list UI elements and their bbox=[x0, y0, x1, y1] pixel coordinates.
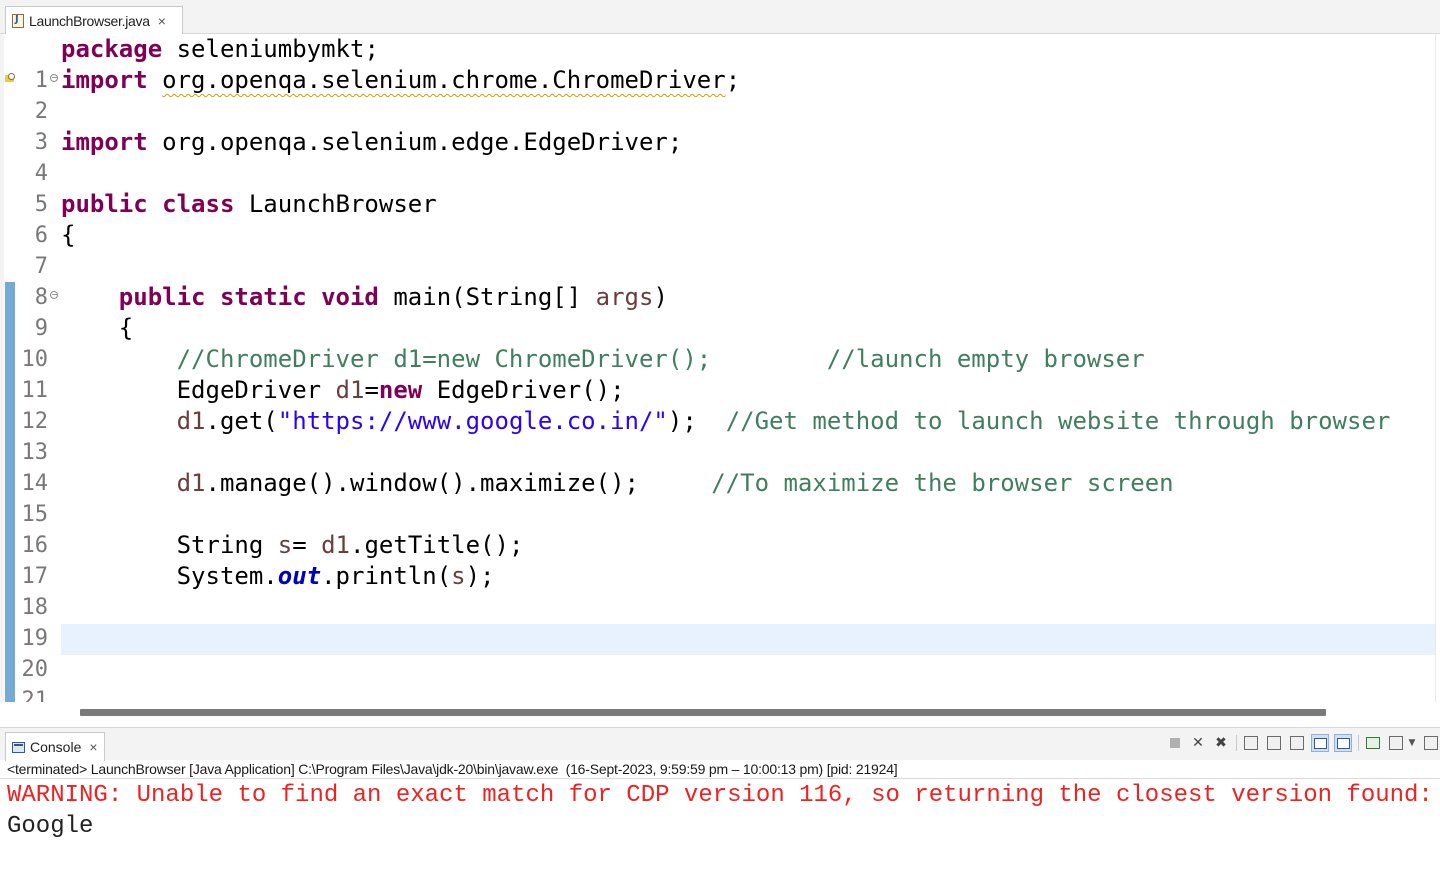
chevron-down-icon[interactable]: ▼ bbox=[1407, 734, 1417, 752]
code-line: 7 { bbox=[0, 220, 1440, 279]
keyword: new bbox=[378, 376, 423, 404]
code-text: LaunchBrowser bbox=[234, 190, 437, 218]
code-line: 20 bbox=[0, 623, 1440, 682]
unused-import-warning: org.openqa.selenium.chrome.ChromeDriver bbox=[162, 66, 726, 94]
code-text: EdgeDriver bbox=[61, 376, 336, 404]
keyword: public static void bbox=[118, 283, 379, 311]
code-line: 5 bbox=[0, 158, 1440, 217]
code-text: { bbox=[61, 314, 134, 342]
word-wrap-icon[interactable] bbox=[1288, 734, 1306, 752]
toolbar-separator bbox=[1358, 735, 1359, 751]
scrollbar-thumb[interactable] bbox=[80, 709, 1326, 716]
variable: d1 bbox=[176, 407, 206, 435]
code-text: .manage().window().maximize(); bbox=[205, 469, 712, 497]
code-text: { bbox=[61, 221, 76, 249]
code-text: = bbox=[292, 531, 322, 559]
fold-collapse-icon[interactable]: − bbox=[50, 291, 58, 299]
code-text: seleniumbymkt; bbox=[162, 35, 379, 63]
java-file-icon bbox=[12, 13, 24, 28]
variable: d1 bbox=[176, 469, 206, 497]
code-line: 13 d1.get("https://www.google.co.in/"); … bbox=[0, 406, 1440, 465]
stop-icon[interactable] bbox=[1166, 734, 1184, 752]
toolbar-separator bbox=[1236, 735, 1237, 751]
show-on-error-icon[interactable] bbox=[1334, 734, 1352, 752]
code-line: 6 public class LaunchBrowser bbox=[0, 189, 1440, 248]
code-line: 12 EdgeDriver d1=new EdgeDriver(); bbox=[0, 375, 1440, 434]
close-icon[interactable]: × bbox=[89, 739, 97, 755]
code-line: 1 package seleniumbymkt; bbox=[0, 34, 1440, 93]
minimize-icon[interactable] bbox=[1422, 734, 1440, 752]
console-error-line: WARNING: Unable to find an exact match f… bbox=[7, 782, 1440, 809]
code-line: 11 //ChromeDriver d1=new ChromeDriver();… bbox=[0, 344, 1440, 403]
pin-console-icon[interactable] bbox=[1364, 734, 1382, 752]
code-text: String bbox=[61, 531, 278, 559]
keyword: public class bbox=[61, 190, 235, 218]
code-line: 18 System.out.println(s); bbox=[0, 561, 1440, 620]
code-text: EdgeDriver(); bbox=[422, 376, 625, 404]
remove-all-icon[interactable]: ✖ bbox=[1212, 734, 1230, 752]
code-text: System. bbox=[61, 562, 278, 590]
code-line: 8 bbox=[0, 251, 1440, 310]
code-text: = bbox=[364, 376, 379, 404]
editor-tab-launchbrowser[interactable]: LaunchBrowser.java × bbox=[5, 6, 183, 34]
code-line: 15 d1.manage().window().maximize(); //To… bbox=[0, 468, 1440, 527]
variable: s bbox=[451, 562, 466, 590]
code-line: 16 bbox=[0, 499, 1440, 558]
code-line: 19 bbox=[0, 592, 1440, 651]
code-editor[interactable]: 1 package seleniumbymkt; 2 − import org.… bbox=[0, 34, 1440, 702]
show-on-output-icon[interactable] bbox=[1311, 734, 1329, 752]
code-line: 2 − import org.openqa.selenium.chrome.Ch… bbox=[0, 65, 1440, 124]
close-icon[interactable]: × bbox=[158, 14, 166, 28]
code-text: org.openqa.selenium.edge.EdgeDriver; bbox=[147, 128, 683, 156]
variable: d1 bbox=[335, 376, 365, 404]
console-toolbar: ✕ ✖ ▼ bbox=[1161, 733, 1440, 753]
comment: //To maximize the browser screen bbox=[711, 469, 1174, 497]
code-line: 3 bbox=[0, 96, 1440, 155]
code-text: ); bbox=[465, 562, 495, 590]
console-tab-label: Console bbox=[30, 739, 82, 755]
variable: args bbox=[595, 283, 654, 311]
horizontal-scrollbar[interactable] bbox=[60, 702, 1435, 726]
keyword: import bbox=[61, 66, 148, 94]
code-line: 9 − public static void main(String[] arg… bbox=[0, 282, 1440, 341]
code-text: ) bbox=[653, 283, 668, 311]
comment: //ChromeDriver d1=new ChromeDriver(); //… bbox=[176, 345, 1145, 373]
code-text: .get( bbox=[205, 407, 278, 435]
scroll-lock-icon[interactable] bbox=[1265, 734, 1283, 752]
code-text: main(String[] bbox=[378, 283, 596, 311]
code-line: 22 bbox=[0, 685, 1440, 702]
variable: s bbox=[277, 531, 293, 559]
code-line: 4 import org.openqa.selenium.edge.EdgeDr… bbox=[0, 127, 1440, 186]
console-output-line: Google bbox=[7, 813, 94, 840]
code-line: 10 { bbox=[0, 313, 1440, 372]
editor-tab-bar: LaunchBrowser.java × bbox=[0, 0, 1440, 34]
code-text: .println( bbox=[321, 562, 452, 590]
static-field: out bbox=[277, 562, 322, 590]
display-console-icon[interactable] bbox=[1387, 734, 1405, 752]
clear-console-icon[interactable] bbox=[1242, 734, 1260, 752]
remove-launch-icon[interactable]: ✕ bbox=[1189, 734, 1207, 752]
code-line: 14 bbox=[0, 437, 1440, 496]
keyword: import bbox=[61, 128, 148, 156]
console-process-status: <terminated> LaunchBrowser [Java Applica… bbox=[0, 760, 1440, 779]
code-text: ; bbox=[725, 66, 741, 94]
comment: //Get method to launch website through b… bbox=[725, 407, 1391, 435]
keyword: package bbox=[61, 35, 163, 63]
console-tab[interactable]: Console × bbox=[5, 732, 105, 761]
console-icon bbox=[12, 741, 25, 753]
console-output[interactable]: WARNING: Unable to find an exact match f… bbox=[0, 780, 1440, 883]
fold-collapse-icon[interactable]: − bbox=[50, 74, 58, 82]
editor-tab-label: LaunchBrowser.java bbox=[29, 12, 150, 29]
variable: d1 bbox=[321, 531, 351, 559]
code-line: 21 bbox=[0, 654, 1440, 702]
code-text: .getTitle(); bbox=[350, 531, 524, 559]
code-line: 17 String s= d1.getTitle(); bbox=[0, 530, 1440, 589]
code-text: ); bbox=[667, 407, 726, 435]
string-literal: "https://www.google.co.in/" bbox=[277, 407, 668, 435]
